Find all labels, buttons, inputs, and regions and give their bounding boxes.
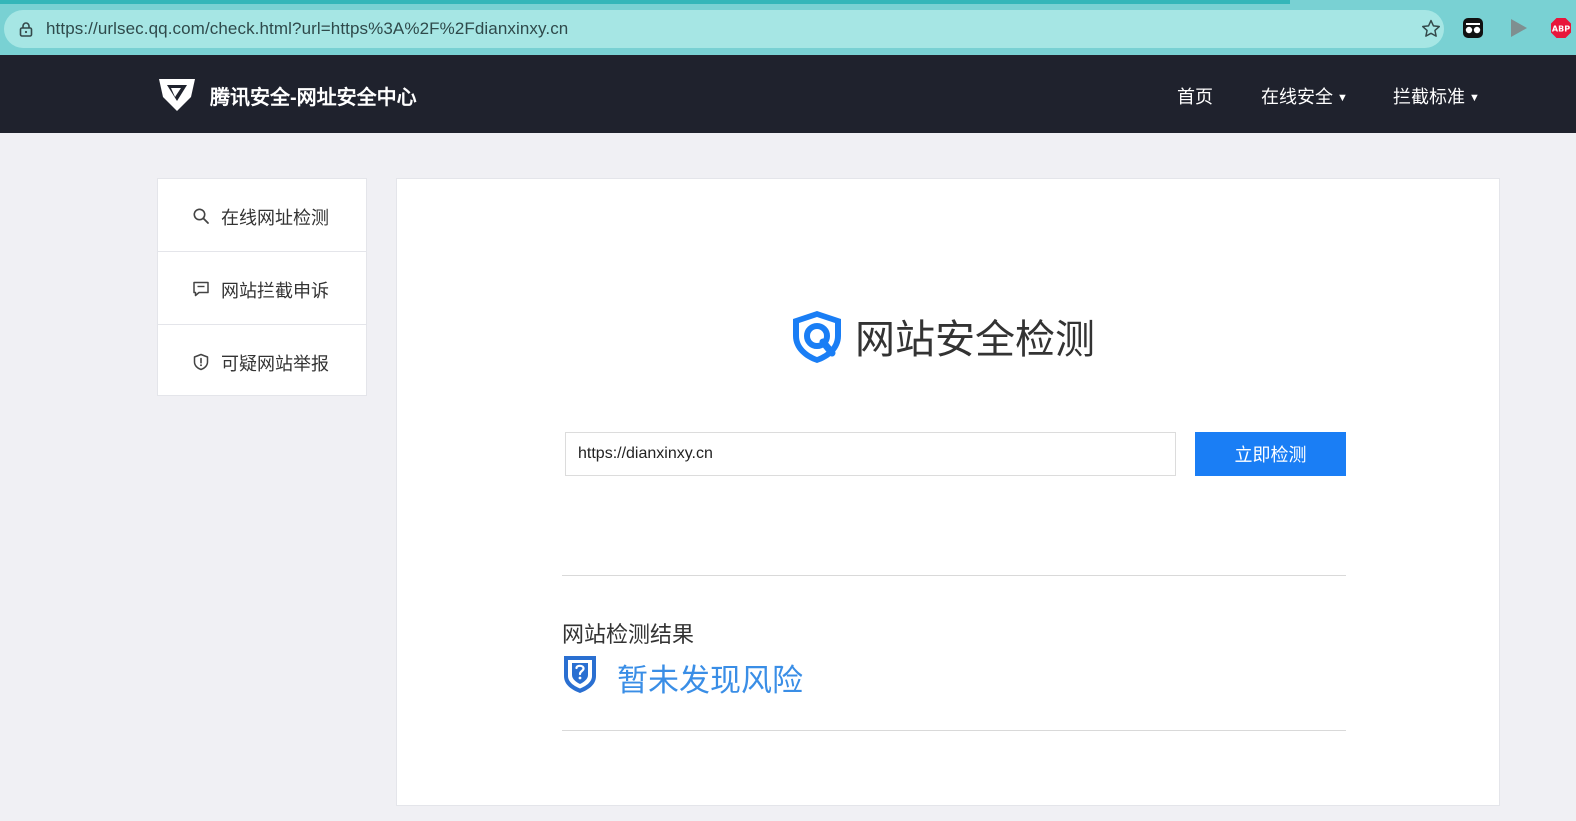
result-status-text: 暂未发现风险 <box>617 663 803 698</box>
page-title: 网站安全检测 <box>855 318 1095 362</box>
nav-online-security-label: 在线安全 <box>1261 87 1333 107</box>
sidebar-item-label: 可疑网站举报 <box>221 354 329 374</box>
address-bar[interactable]: https://urlsec.qq.com/check.html?url=htt… <box>4 10 1444 48</box>
nav-block-standard-label: 拦截标准 <box>1393 87 1465 107</box>
address-url[interactable]: https://urlsec.qq.com/check.html?url=htt… <box>46 19 568 39</box>
caret-down-icon: ▼ <box>1337 92 1348 104</box>
shield-search-logo-icon <box>793 311 841 363</box>
play-extension-icon[interactable] <box>1507 17 1529 39</box>
sidebar-item-appeal[interactable]: 网站拦截申诉 <box>158 252 366 325</box>
sidebar: 在线网址检测 网站拦截申诉 可疑网站举报 <box>157 178 367 396</box>
adblock-badge: ABP <box>1552 25 1570 34</box>
nav-home[interactable]: 首页 <box>1177 83 1213 109</box>
divider <box>562 575 1346 576</box>
nav-home-label: 首页 <box>1177 87 1213 107</box>
search-icon <box>193 208 209 224</box>
sidebar-item-report[interactable]: 可疑网站举报 <box>158 325 366 397</box>
brand-title[interactable]: 腾讯安全-网址安全中心 <box>210 81 417 110</box>
lock-icon[interactable] <box>18 21 34 37</box>
adblock-extension-icon[interactable]: ABP <box>1550 17 1572 39</box>
shield-alert-icon <box>193 353 209 371</box>
tab-strip <box>0 0 1290 4</box>
browser-toolbar: https://urlsec.qq.com/check.html?url=htt… <box>0 0 1576 55</box>
tencent-security-logo-icon[interactable] <box>155 71 199 115</box>
message-icon <box>193 281 209 297</box>
nav-block-standard[interactable]: 拦截标准 ▼ <box>1393 83 1480 109</box>
caret-down-icon: ▼ <box>1469 92 1480 104</box>
main-panel: 网站安全检测 立即检测 网站检测结果 暂未发现风险 <box>396 178 1500 806</box>
url-input[interactable] <box>565 432 1176 476</box>
check-now-button[interactable]: 立即检测 <box>1195 432 1346 476</box>
bookmark-star-icon[interactable] <box>1420 18 1442 40</box>
nav-online-security[interactable]: 在线安全 ▼ <box>1261 83 1348 109</box>
site-header: 腾讯安全-网址安全中心 首页 在线安全 ▼ 拦截标准 ▼ <box>0 55 1576 133</box>
divider <box>562 730 1346 731</box>
sidebar-item-url-check[interactable]: 在线网址检测 <box>158 179 366 252</box>
sidebar-item-label: 在线网址检测 <box>221 208 329 228</box>
glasses-extension-icon[interactable] <box>1462 17 1484 39</box>
sidebar-item-label: 网站拦截申诉 <box>221 281 329 301</box>
result-heading: 网站检测结果 <box>562 622 695 647</box>
shield-question-icon <box>564 656 596 693</box>
